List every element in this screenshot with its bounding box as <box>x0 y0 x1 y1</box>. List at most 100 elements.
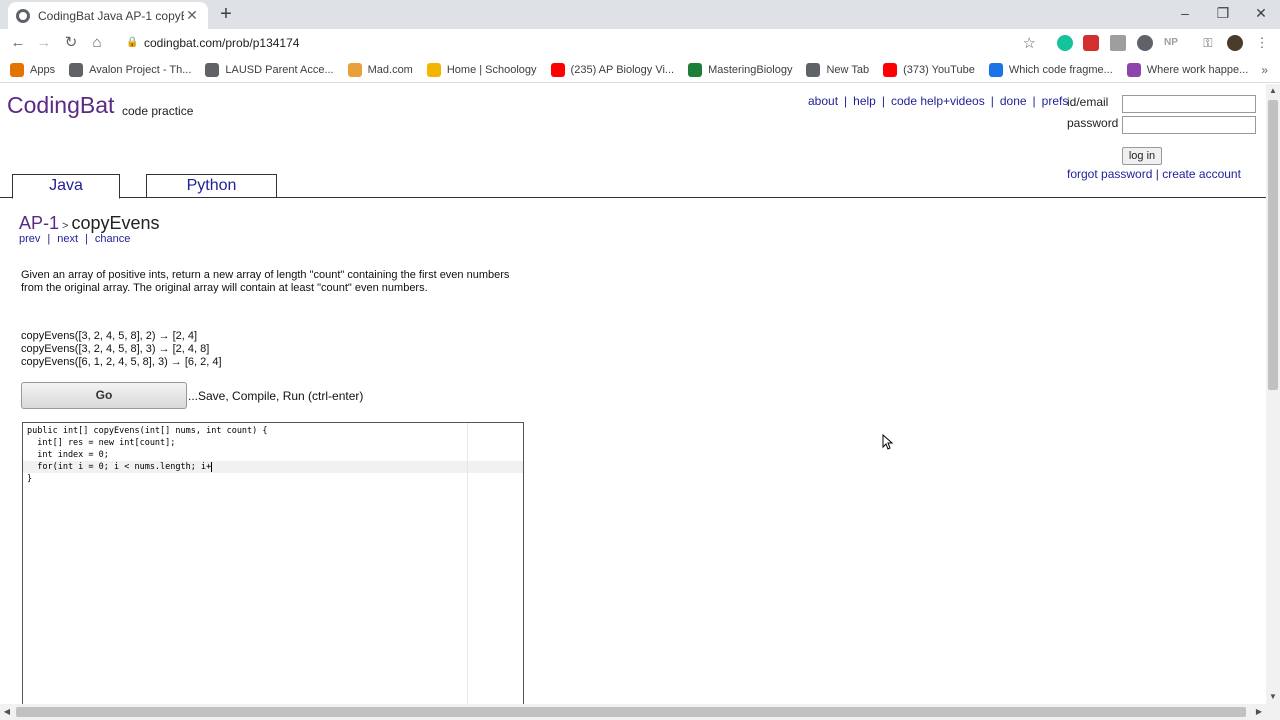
close-window-icon[interactable]: ✕ <box>1242 0 1280 29</box>
adblock-icon[interactable] <box>1083 35 1099 51</box>
example-line: copyEvens([3, 2, 4, 5, 8], 2) → [2, 4] <box>21 330 198 342</box>
bookmark-favicon-icon <box>205 62 220 77</box>
separator: | <box>844 94 848 108</box>
scroll-down-icon[interactable]: ▼ <box>1266 690 1280 704</box>
language-tabs: Java Python <box>0 174 1266 199</box>
minimize-icon[interactable]: – <box>1166 0 1204 29</box>
id-email-label: id/email <box>1067 95 1109 109</box>
prev-link[interactable]: prev <box>19 233 40 245</box>
tab-python[interactable]: Python <box>146 174 277 198</box>
bookmark-favicon-icon <box>69 62 84 77</box>
bookmark-favicon-icon <box>806 62 821 77</box>
bookmark-label: (235) AP Biology Vi... <box>570 63 675 76</box>
help-link[interactable]: help <box>853 94 876 108</box>
bookmark-favicon-icon <box>988 62 1003 77</box>
bookmark-favicon-icon <box>10 62 24 77</box>
password-label: password <box>1067 116 1119 130</box>
problem-title: copyEvens <box>71 213 160 233</box>
home-icon[interactable]: ⌂ <box>87 33 107 53</box>
scrollbar-thumb[interactable] <box>16 707 1246 717</box>
grammarly-icon[interactable] <box>1057 35 1073 51</box>
browser-tab[interactable]: CodingBat Java AP-1 copyEvens ✕ <box>8 2 208 29</box>
lock-icon: 🔒 <box>126 37 139 48</box>
code-line: } <box>27 474 33 484</box>
logo-subtitle: code practice <box>122 104 194 118</box>
bookmark-label: Mad.com <box>367 63 413 76</box>
key-icon[interactable]: ⚿ <box>1200 35 1216 51</box>
bookmark-favicon-icon <box>1126 62 1141 77</box>
problem-nav: prev | next | chance <box>19 233 130 245</box>
horizontal-scrollbar[interactable]: ◀ ▶ <box>0 704 1280 720</box>
about-link[interactable]: about <box>808 94 838 108</box>
maximize-icon[interactable]: ❐ <box>1204 0 1242 29</box>
next-link[interactable]: next <box>57 233 78 245</box>
code-line: public int[] copyEvens(int[] nums, int c… <box>27 426 268 436</box>
np-extension-icon[interactable]: NP <box>1163 35 1179 51</box>
section-link[interactable]: AP-1 <box>19 213 59 233</box>
more-bookmarks-icon[interactable]: » <box>1261 63 1268 77</box>
separator: | <box>85 233 88 245</box>
bookmark-label: MasteringBiology <box>708 63 793 76</box>
bookmark-item[interactable]: Home | Schoology <box>426 62 537 77</box>
bookmark-star-icon[interactable]: ☆ <box>1023 34 1036 52</box>
password-field[interactable] <box>1122 116 1256 134</box>
bookmark-item[interactable]: New Tab <box>806 62 870 77</box>
bookmark-item[interactable]: MasteringBiology <box>688 62 793 77</box>
tab-strip: CodingBat Java AP-1 copyEvens ✕ + – ❐ ✕ <box>0 0 1280 29</box>
address-bar[interactable]: 🔒 codingbat.com/prob/p134174 ☆ <box>116 31 1046 55</box>
site-favicon-icon <box>16 8 30 23</box>
bookmark-label: New Tab <box>826 63 870 76</box>
go-button[interactable]: Go <box>21 382 187 409</box>
extension-icon[interactable] <box>1110 35 1126 51</box>
prefs-link[interactable]: prefs <box>1042 94 1069 108</box>
back-icon[interactable]: ← <box>8 33 28 53</box>
bookmark-item[interactable]: Avalon Project - Th... <box>69 62 191 77</box>
done-link[interactable]: done <box>1000 94 1027 108</box>
bookmark-item[interactable]: Where work happe... <box>1126 62 1249 77</box>
bookmark-item[interactable]: LAUSD Parent Acce... <box>205 62 334 77</box>
bookmark-label: Home | Schoology <box>446 63 537 76</box>
separator: | <box>47 233 51 245</box>
id-email-field[interactable] <box>1122 95 1256 113</box>
bookmark-favicon-icon <box>883 62 898 77</box>
close-tab-icon[interactable]: ✕ <box>184 7 200 24</box>
bookmark-label: Apps <box>30 63 56 76</box>
extension-badge-icon[interactable] <box>1137 35 1153 51</box>
bookmark-item[interactable]: (373) YouTube <box>883 62 975 77</box>
chance-link[interactable]: chance <box>95 233 130 245</box>
tab-java[interactable]: Java <box>12 174 120 199</box>
scroll-up-icon[interactable]: ▲ <box>1266 84 1280 98</box>
example-line: copyEvens([3, 2, 4, 5, 8], 3) → [2, 4, 8… <box>21 343 210 355</box>
bookmark-item[interactable]: (235) AP Biology Vi... <box>550 62 675 77</box>
page-content: CodingBat code practice about | help | cod… <box>0 84 1266 704</box>
code-text: for(int i = 0; i < nums.length; i+ <box>27 462 212 472</box>
top-links: about | help | code help+videos | done | pre… <box>808 94 1068 108</box>
site-logo[interactable]: CodingBat <box>7 92 114 119</box>
bookmark-item[interactable]: Apps <box>10 62 56 77</box>
url-text: codingbat.com/prob/p134174 <box>144 36 300 50</box>
go-hint: ...Save, Compile, Run (ctrl-enter) <box>188 389 364 403</box>
scroll-left-icon[interactable]: ◀ <box>0 705 14 719</box>
code-line-active: for(int i = 0; i < nums.length; i+ <box>27 461 213 473</box>
bookmark-item[interactable]: Which code fragme... <box>988 62 1113 77</box>
bookmark-item[interactable]: Mad.com <box>347 62 413 77</box>
code-line: int[] res = new int[count]; <box>27 438 176 448</box>
log-in-button[interactable]: log in <box>1122 147 1162 165</box>
reload-icon[interactable]: ↻ <box>61 33 81 53</box>
vertical-scrollbar[interactable]: ▲ ▼ <box>1266 84 1280 704</box>
bookmark-label: Where work happe... <box>1146 63 1249 76</box>
scrollbar-thumb[interactable] <box>1268 100 1278 390</box>
code-editor[interactable]: public int[] copyEvens(int[] nums, int c… <box>22 422 524 704</box>
code-help-videos-link[interactable]: code help+videos <box>891 94 985 108</box>
bookmark-label: (373) YouTube <box>903 63 975 76</box>
new-tab-button[interactable]: + <box>216 4 236 24</box>
separator: | <box>1032 94 1036 108</box>
bookmark-favicon-icon <box>550 62 565 77</box>
tab-title: CodingBat Java AP-1 copyEvens <box>38 8 184 23</box>
bookmark-label: LAUSD Parent Acce... <box>225 63 334 76</box>
scroll-right-icon[interactable]: ▶ <box>1252 705 1266 719</box>
forward-icon[interactable]: → <box>34 33 54 53</box>
print-margin <box>467 423 468 704</box>
avatar[interactable] <box>1227 35 1243 51</box>
menu-icon[interactable]: ⋮ <box>1254 35 1270 51</box>
